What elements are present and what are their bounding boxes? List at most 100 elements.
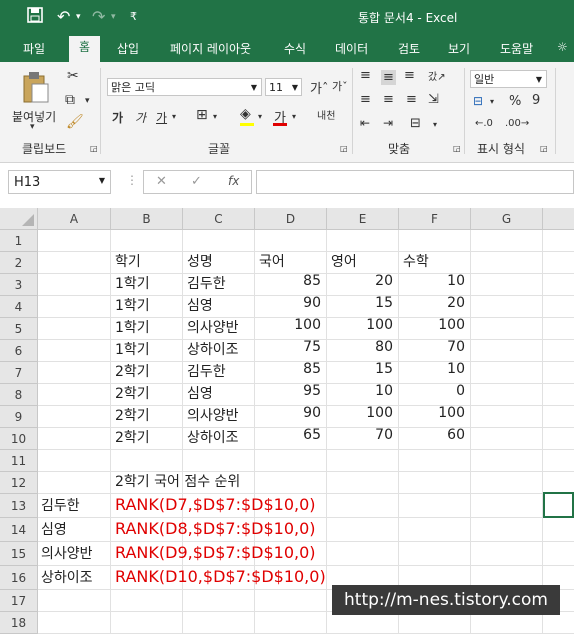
redo-dropdown-icon[interactable]: ▾ [111,12,116,22]
tab-formulas[interactable]: 수식 [284,40,306,57]
cell-b6[interactable]: 1학기 [115,339,150,359]
cell-a15[interactable]: 의사양반 [41,543,93,563]
row-header[interactable]: 8 [0,384,38,406]
row-header[interactable]: 17 [0,590,38,612]
alignment-launcher-icon[interactable]: ◲ [453,144,461,153]
cell-b4[interactable]: 1학기 [115,295,150,315]
row-header[interactable]: 18 [0,612,38,634]
merge-center-icon[interactable]: ⊟ [410,116,421,131]
fill-color-icon[interactable]: ◈ [240,106,251,122]
font-name-select[interactable]: 맑은 고딕 ▼ [107,78,262,96]
align-center-icon[interactable]: ≡ [383,92,394,107]
column-header-g[interactable]: G [471,208,543,230]
cell-d3[interactable]: 85 [255,273,321,289]
row-header[interactable]: 16 [0,566,38,590]
tab-home[interactable]: 홈 [69,36,101,62]
cell-b5[interactable]: 1학기 [115,317,150,337]
number-format-select[interactable]: 일반 ▼ [470,70,547,88]
italic-button[interactable]: 가 [135,109,146,126]
lightbulb-icon[interactable]: ☼ [557,40,568,54]
cell-e10[interactable]: 70 [327,427,393,443]
cell-c4[interactable]: 심영 [187,295,213,315]
tab-help[interactable]: 도움말 [500,40,533,57]
borders-dropdown-icon[interactable]: ▾ [213,112,217,121]
column-header-d[interactable]: D [255,208,327,230]
cell-b15-formula-text[interactable]: RANK(D9,$D$7:$D$10,0) [115,543,316,562]
accounting-format-icon[interactable]: ⊟ [473,94,483,108]
phonetic-button[interactable]: 내천 [317,107,335,122]
cell-e9[interactable]: 100 [327,405,393,421]
cell-c10[interactable]: 상하이조 [187,427,239,447]
font-launcher-icon[interactable]: ◲ [340,144,348,153]
cell-d5[interactable]: 100 [255,317,321,333]
cell-b7[interactable]: 2학기 [115,361,150,381]
column-header-h[interactable] [543,208,574,230]
cell-d9[interactable]: 90 [255,405,321,421]
underline-button[interactable]: 가 [156,109,167,126]
enter-icon[interactable]: ✓ [191,174,202,189]
decrease-indent-icon[interactable]: ⇤ [360,116,370,130]
cancel-icon[interactable]: ✕ [156,174,167,189]
increase-indent-icon[interactable]: ⇥ [383,116,393,130]
cell-f6[interactable]: 70 [399,339,465,355]
name-box[interactable]: H13 ▼ [8,170,111,194]
font-color-dropdown-icon[interactable]: ▾ [292,112,296,121]
column-header-f[interactable]: F [399,208,471,230]
cell-b14-formula-text[interactable]: RANK(D8,$D$7:$D$10,0) [115,519,316,538]
orientation-icon[interactable]: 갔↗ [428,68,446,83]
cell-d4[interactable]: 90 [255,295,321,311]
undo-icon[interactable]: ↶ [57,7,70,26]
cell-b9[interactable]: 2학기 [115,405,150,425]
tab-insert[interactable]: 삽입 [117,40,139,57]
cut-icon[interactable]: ✂ [67,68,79,84]
tab-file[interactable]: 파일 [23,40,45,57]
cell-d8[interactable]: 95 [255,383,321,399]
align-bottom-icon[interactable]: ≡ [404,68,415,83]
row-header[interactable]: 15 [0,542,38,566]
cell-c5[interactable]: 의사양반 [187,317,239,337]
cell-b8[interactable]: 2학기 [115,383,150,403]
cell-c3[interactable]: 김두한 [187,273,226,293]
copy-icon[interactable]: ⧉ [65,92,75,108]
row-header[interactable]: 4 [0,296,38,318]
cell-a16[interactable]: 상하이조 [41,567,93,587]
cell-c8[interactable]: 심영 [187,383,213,403]
cell-b10[interactable]: 2학기 [115,427,150,447]
wrap-text-icon[interactable]: ⇲ [428,92,439,107]
row-header[interactable]: 5 [0,318,38,340]
active-cell-h13[interactable] [543,492,574,518]
cell-c6[interactable]: 상하이조 [187,339,239,359]
percent-button[interactable]: % [509,94,521,109]
increase-decimal-icon[interactable]: ←.0 [475,118,493,129]
cell-a13[interactable]: 김두한 [41,495,80,515]
cell-f5[interactable]: 100 [399,317,465,333]
underline-dropdown-icon[interactable]: ▾ [172,112,176,121]
cell-e5[interactable]: 100 [327,317,393,333]
cell-b13-formula-text[interactable]: RANK(D7,$D$7:$D$10,0) [115,495,316,514]
row-header[interactable]: 14 [0,518,38,542]
align-middle-icon[interactable]: ≡ [381,70,396,85]
paste-dropdown-icon[interactable]: ▾ [30,122,35,132]
cell-c9[interactable]: 의사양반 [187,405,239,425]
column-header-a[interactable]: A [38,208,111,230]
cell-b16-formula-text[interactable]: RANK(D10,$D$7:$D$10,0) [115,567,326,586]
number-launcher-icon[interactable]: ◲ [540,144,548,153]
cell-d2[interactable]: 국어 [259,251,285,271]
row-header[interactable]: 2 [0,252,38,274]
row-header[interactable]: 10 [0,428,38,450]
cell-f4[interactable]: 20 [399,295,465,311]
column-header-c[interactable]: C [183,208,255,230]
accounting-dropdown-icon[interactable]: ▾ [490,97,494,106]
cell-f2[interactable]: 수학 [403,251,429,271]
cell-c2[interactable]: 성명 [187,251,213,271]
column-header-b[interactable]: B [111,208,183,230]
clipboard-launcher-icon[interactable]: ◲ [90,144,98,153]
save-icon[interactable] [27,7,43,27]
cell-d6[interactable]: 75 [255,339,321,355]
cell-f7[interactable]: 10 [399,361,465,377]
redo-icon[interactable]: ↷ [92,7,105,26]
select-all-corner[interactable] [0,208,38,230]
undo-dropdown-icon[interactable]: ▾ [76,12,81,22]
align-top-icon[interactable]: ≡ [360,68,371,83]
cell-f9[interactable]: 100 [399,405,465,421]
